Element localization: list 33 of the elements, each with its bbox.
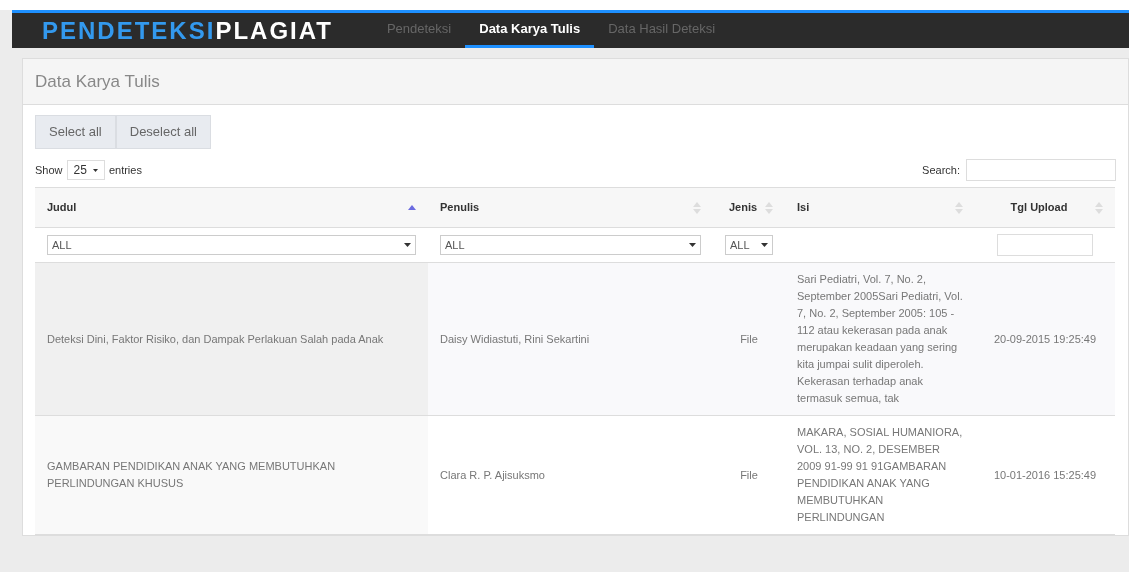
toolbar-button[interactable]: Select all xyxy=(35,115,116,149)
filter-dropdown[interactable]: ALL xyxy=(440,235,701,255)
table-cell: Clara R. P. Ajisuksmo xyxy=(428,415,713,535)
table-cell: File xyxy=(713,415,785,535)
caret-icon xyxy=(761,243,768,247)
panel-title: Data Karya Tulis xyxy=(35,70,160,93)
table-cell: 20-09-2015 19:25:49 xyxy=(975,262,1115,416)
caret-icon xyxy=(404,243,411,247)
table-cell: Deteksi Dini, Faktor Risiko, dan Dampak Perlakuan Salah pada Anak xyxy=(35,262,428,416)
column-header[interactable]: Isi xyxy=(785,187,975,228)
column-header[interactable]: Judul xyxy=(35,187,428,228)
search-label: Search: xyxy=(922,162,960,178)
page-length-dropdown[interactable]: 25 xyxy=(66,160,105,180)
table-cell: Sari Pediatri, Vol. 7, No. 2, September 2005Sari Pediatri, Vol. 7, No. 2, September 2005: 105 - 112 atau kekerasan pada anak merupakan keadaan yang sering kita jumpai sulit diperoleh. Kekerasan terhadap anak termasuk semua, tak xyxy=(785,262,975,416)
table-cell: GAMBARAN PENDIDIKAN ANAK YANG MEMBUTUHKAN PERLINDUNGAN KHUSUS xyxy=(35,415,428,535)
nav-tab[interactable]: Data Karya Tulis xyxy=(465,13,595,48)
column-header[interactable]: Tgl Upload xyxy=(975,187,1115,228)
caret-icon xyxy=(92,168,98,172)
filter-input[interactable] xyxy=(997,234,1093,256)
brand-logo[interactable]: PENDETEKSI PLAGIAT xyxy=(12,13,373,48)
filter-dropdown[interactable]: ALL xyxy=(47,235,416,255)
search-field[interactable] xyxy=(966,159,1116,181)
column-header[interactable]: Penulis xyxy=(428,187,713,228)
show-label: Show xyxy=(35,162,63,178)
filter-dropdown[interactable]: ALL xyxy=(725,235,773,255)
caret-icon xyxy=(689,243,696,247)
table-cell: File xyxy=(713,262,785,416)
table-cell: 10-01-2016 15:25:49 xyxy=(975,415,1115,535)
entries-label: entries xyxy=(108,162,142,178)
table-cell: Daisy Widiastuti, Rini Sekartini xyxy=(428,262,713,416)
table-cell: MAKARA, SOSIAL HUMANIORA, VOL. 13, NO. 2, DESEMBER 2009 91-99 91 91GAMBARAN PENDIDIKAN ANAK YANG MEMBUTUHKAN PERLINDUNGAN xyxy=(785,415,975,535)
column-header[interactable]: Jenis xyxy=(713,187,785,228)
toolbar-button[interactable]: Deselect all xyxy=(115,115,211,149)
